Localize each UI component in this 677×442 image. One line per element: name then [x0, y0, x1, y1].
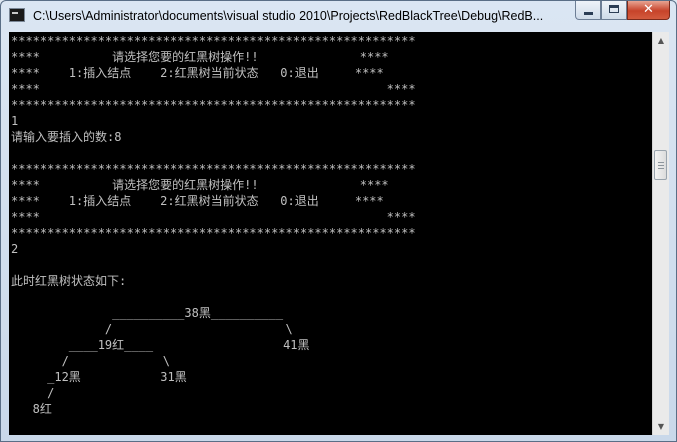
close-button[interactable]: ✕: [627, 1, 670, 20]
console-line: ****************************************…: [11, 34, 416, 48]
thumb-grip-line: [658, 162, 664, 163]
console-app-icon[interactable]: [9, 8, 25, 22]
thumb-grip-line: [658, 168, 664, 169]
console-line: 2: [11, 242, 19, 256]
console-line: ****************************************…: [11, 226, 416, 240]
console-line: __________38黑__________: [11, 306, 284, 320]
console-line: 1: [11, 114, 19, 128]
scroll-thumb[interactable]: [654, 150, 667, 180]
console-line: ****************************************…: [11, 162, 416, 176]
console-output[interactable]: ****************************************…: [9, 32, 652, 435]
minimize-icon: [584, 12, 593, 15]
minimize-button[interactable]: [575, 1, 601, 20]
console-line: _12黑 31黑: [11, 370, 187, 384]
console-line: 此时红黑树状态如下:: [11, 274, 127, 288]
console-line: **** 请选择您要的红黑树操作!! ****: [11, 178, 389, 192]
console-line: **** 1:插入结点 2:红黑树当前状态 0:退出 ****: [11, 194, 384, 208]
caption-buttons: ✕: [575, 1, 670, 21]
maximize-icon: [609, 5, 619, 13]
console-line: ****************************************…: [11, 98, 416, 112]
console-line: **** ****: [11, 82, 416, 96]
console-line: **** 请选择您要的红黑树操作!! ****: [11, 50, 389, 64]
console-line: /: [11, 386, 55, 400]
thumb-grip-line: [658, 165, 664, 166]
console-line: ____19红____ 41黑: [11, 338, 310, 352]
console-line: / \: [11, 322, 293, 336]
console-line: 8红: [11, 402, 52, 416]
console-window: C:\Users\Administrator\documents\visual …: [0, 0, 677, 442]
console-line: 请输入要插入的数:8: [11, 130, 122, 144]
title-bar[interactable]: C:\Users\Administrator\documents\visual …: [1, 1, 676, 31]
close-icon: ✕: [643, 2, 654, 17]
vertical-scrollbar[interactable]: ▲ ▼: [652, 32, 669, 435]
scroll-down-arrow-icon[interactable]: ▼: [653, 418, 669, 435]
console-line: **** ****: [11, 210, 416, 224]
scroll-up-arrow-icon[interactable]: ▲: [653, 32, 669, 49]
maximize-button[interactable]: [601, 1, 627, 20]
window-title: C:\Users\Administrator\documents\visual …: [33, 9, 544, 23]
console-line: / \: [11, 354, 170, 368]
console-line: **** 1:插入结点 2:红黑树当前状态 0:退出 ****: [11, 66, 384, 80]
